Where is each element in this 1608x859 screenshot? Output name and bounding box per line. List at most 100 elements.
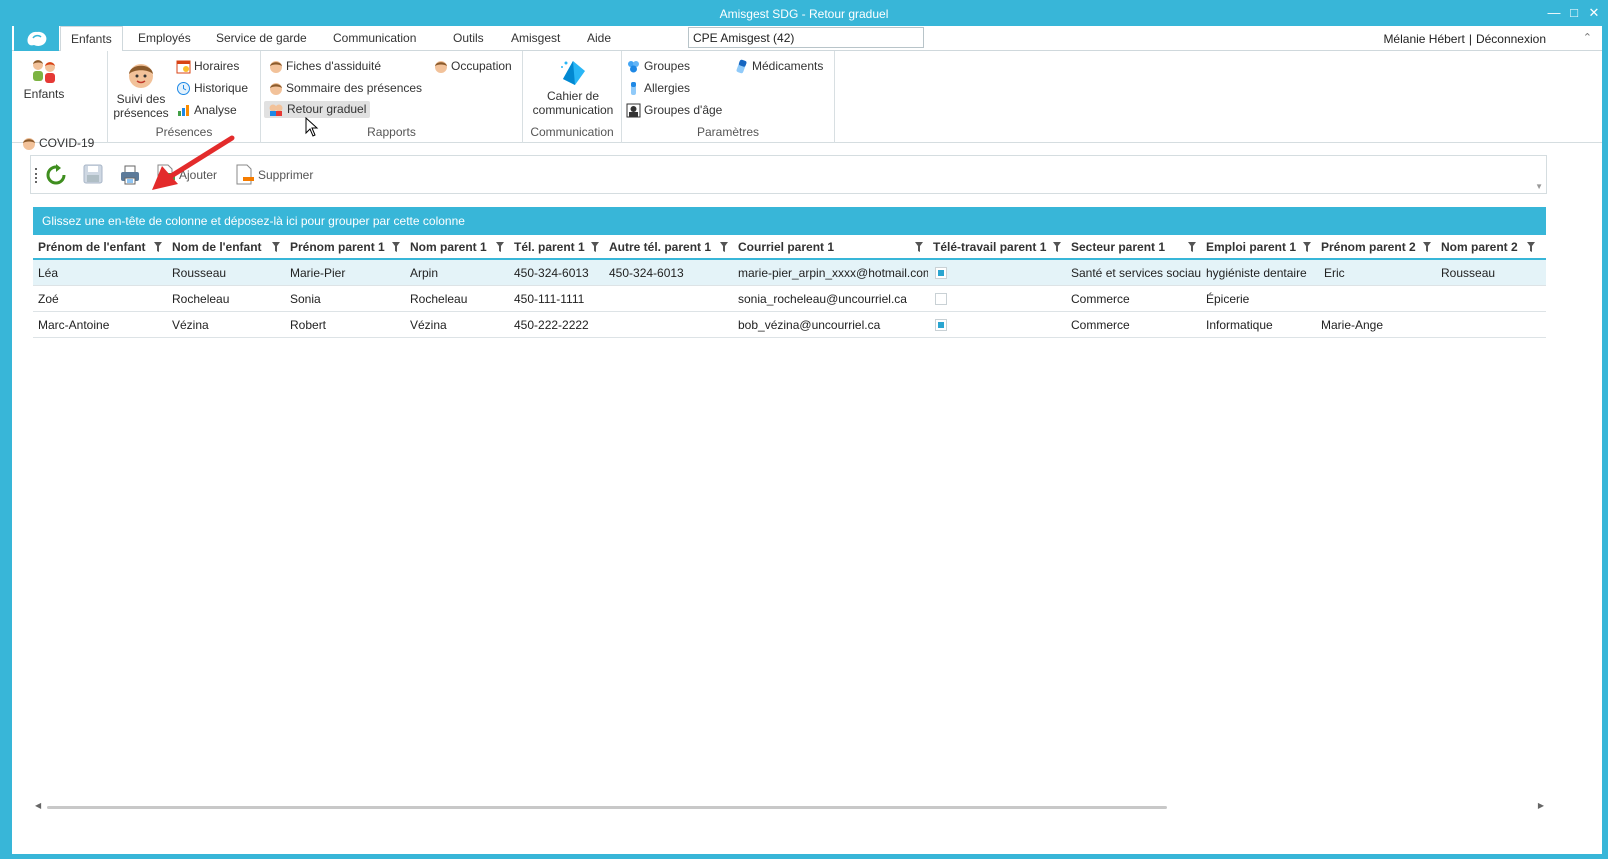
cell-nom-parent1[interactable]: Arpin: [405, 260, 509, 286]
maximize-icon[interactable]: □: [1564, 4, 1584, 22]
scrollbar-thumb[interactable]: [47, 806, 1167, 809]
collapse-ribbon-icon[interactable]: ⌃: [1583, 31, 1592, 44]
filter-icon[interactable]: [1188, 242, 1196, 252]
minimize-icon[interactable]: —: [1544, 4, 1564, 22]
column-header-secteur-parent1[interactable]: Secteur parent 1: [1066, 235, 1165, 260]
covid-button[interactable]: COVID-19: [22, 136, 94, 151]
table-row[interactable]: Zoé Rocheleau Sonia Rocheleau 450-111-11…: [33, 286, 1546, 312]
fiches-assiduite-button[interactable]: Fiches d'assiduité: [269, 59, 381, 74]
refresh-button[interactable]: [45, 164, 67, 188]
cell-nom-parent1[interactable]: Vézina: [405, 312, 509, 338]
retour-graduel-button[interactable]: Retour graduel: [264, 101, 371, 118]
cahier-communication-button[interactable]: Cahier de communication: [529, 57, 617, 117]
filter-icon[interactable]: [1527, 242, 1535, 252]
column-header-prenom-enfant[interactable]: Prénom de l'enfant: [33, 235, 146, 260]
filter-icon[interactable]: [272, 242, 280, 252]
cell-nom-parent2[interactable]: Rousseau: [1436, 260, 1546, 286]
teletravail-checkbox[interactable]: [935, 293, 947, 305]
cell-emploi-parent1[interactable]: Épicerie: [1201, 286, 1316, 312]
column-header-courriel-parent1[interactable]: Courriel parent 1: [733, 235, 834, 260]
allergies-button[interactable]: Allergies: [626, 81, 690, 96]
cell-tel-parent1[interactable]: 450-324-6013: [509, 260, 604, 286]
column-header-nom-enfant[interactable]: Nom de l'enfant: [167, 235, 262, 260]
cell-prenom-parent2[interactable]: Eric: [1319, 260, 1436, 286]
cell-autre-tel-parent1[interactable]: [604, 312, 733, 338]
print-button[interactable]: [119, 164, 141, 188]
cell-secteur-parent1[interactable]: Santé et services sociaux: [1066, 260, 1201, 286]
teletravail-checkbox[interactable]: [935, 319, 947, 331]
cell-courriel-parent1[interactable]: sonia_rocheleau@uncourriel.ca: [733, 286, 928, 312]
cell-prenom-parent1[interactable]: Sonia: [285, 286, 405, 312]
cell-prenom-enfant[interactable]: Zoé: [33, 286, 167, 312]
filter-icon[interactable]: [1423, 242, 1431, 252]
column-header-prenom-parent1[interactable]: Prénom parent 1: [285, 235, 385, 260]
tab-employes[interactable]: Employés: [128, 26, 201, 51]
scroll-left-icon[interactable]: ◀: [35, 801, 41, 810]
table-row[interactable]: Léa Rousseau Marie-Pier Arpin 450-324-60…: [33, 260, 1546, 286]
cell-prenom-parent1[interactable]: Marie-Pier: [285, 260, 405, 286]
cell-nom-enfant[interactable]: Vézina: [167, 312, 285, 338]
group-by-panel[interactable]: Glissez une en-tête de colonne et dépose…: [33, 207, 1546, 235]
filter-icon[interactable]: [154, 242, 162, 252]
filter-icon[interactable]: [915, 242, 923, 252]
tab-outils[interactable]: Outils: [443, 26, 494, 51]
column-header-autre-tel-parent1[interactable]: Autre tél. parent 1: [604, 235, 711, 260]
scroll-right-icon[interactable]: ▶: [1538, 801, 1544, 810]
cell-autre-tel-parent1[interactable]: 450-324-6013: [604, 260, 733, 286]
app-menu-button[interactable]: [14, 26, 59, 51]
cell-nom-parent2[interactable]: [1436, 312, 1546, 338]
column-header-nom-parent2[interactable]: Nom parent 2: [1436, 235, 1518, 260]
column-header-prenom-parent2[interactable]: Prénom parent 2: [1316, 235, 1416, 260]
filter-icon[interactable]: [496, 242, 504, 252]
toolbar-grip[interactable]: [35, 168, 38, 183]
cell-courriel-parent1[interactable]: marie-pier_arpin_xxxx@hotmail.com: [733, 260, 928, 286]
groupes-button[interactable]: Groupes: [626, 59, 690, 74]
cell-prenom-parent1[interactable]: Robert: [285, 312, 405, 338]
cell-prenom-enfant[interactable]: Marc-Antoine: [33, 312, 167, 338]
cell-secteur-parent1[interactable]: Commerce: [1066, 286, 1201, 312]
logout-link[interactable]: Déconnexion: [1476, 32, 1546, 46]
cell-prenom-enfant[interactable]: Léa: [33, 260, 167, 286]
cell-autre-tel-parent1[interactable]: [604, 286, 733, 312]
save-button[interactable]: [83, 164, 103, 188]
cell-nom-enfant[interactable]: Rocheleau: [167, 286, 285, 312]
filter-icon[interactable]: [1303, 242, 1311, 252]
filter-icon[interactable]: [591, 242, 599, 252]
close-icon[interactable]: ✕: [1584, 4, 1604, 22]
sommaire-presences-button[interactable]: Sommaire des présences: [269, 81, 422, 96]
column-header-nom-parent1[interactable]: Nom parent 1: [405, 235, 487, 260]
tab-amisgest[interactable]: Amisgest: [501, 26, 570, 51]
cell-emploi-parent1[interactable]: Informatique: [1201, 312, 1316, 338]
organization-select[interactable]: [688, 27, 924, 48]
analyse-button[interactable]: Analyse: [176, 103, 237, 118]
delete-button[interactable]: Supprimer: [235, 164, 313, 188]
column-header-teletravail-parent1[interactable]: Télé-travail parent 1: [928, 235, 1046, 260]
filter-icon[interactable]: [1053, 242, 1061, 252]
filter-icon[interactable]: [720, 242, 728, 252]
tab-service-de-garde[interactable]: Service de garde: [206, 26, 317, 51]
tab-enfants[interactable]: Enfants: [60, 26, 123, 52]
filter-icon[interactable]: [392, 242, 400, 252]
cell-emploi-parent1[interactable]: hygiéniste dentaire: [1201, 260, 1316, 286]
table-row[interactable]: Marc-Antoine Vézina Robert Vézina 450-22…: [33, 312, 1546, 338]
teletravail-checkbox[interactable]: [935, 267, 947, 279]
column-header-tel-parent1[interactable]: Tél. parent 1: [509, 235, 585, 260]
suivi-presences-button[interactable]: Suivi des présences: [112, 60, 170, 120]
horaires-button[interactable]: Horaires: [176, 59, 239, 74]
cell-nom-enfant[interactable]: Rousseau: [167, 260, 285, 286]
occupation-button[interactable]: Occupation: [434, 59, 512, 74]
historique-button[interactable]: Historique: [176, 81, 248, 96]
cell-courriel-parent1[interactable]: bob_vézina@uncourriel.ca: [733, 312, 928, 338]
toolbar-overflow-icon[interactable]: ▼: [1535, 182, 1543, 191]
cell-tel-parent1[interactable]: 450-111-1111: [509, 286, 604, 312]
tab-communication[interactable]: Communication: [323, 26, 426, 51]
cell-prenom-parent2[interactable]: [1316, 286, 1436, 312]
cell-nom-parent2[interactable]: [1436, 286, 1546, 312]
medicaments-button[interactable]: Médicaments: [734, 59, 823, 74]
cell-secteur-parent1[interactable]: Commerce: [1066, 312, 1201, 338]
enfants-button[interactable]: Enfants: [20, 57, 68, 101]
groupes-age-button[interactable]: Groupes d'âge: [626, 103, 722, 118]
horizontal-scrollbar[interactable]: ◀ ▶: [33, 801, 1546, 813]
cell-nom-parent1[interactable]: Rocheleau: [405, 286, 509, 312]
tab-aide[interactable]: Aide: [577, 26, 621, 51]
